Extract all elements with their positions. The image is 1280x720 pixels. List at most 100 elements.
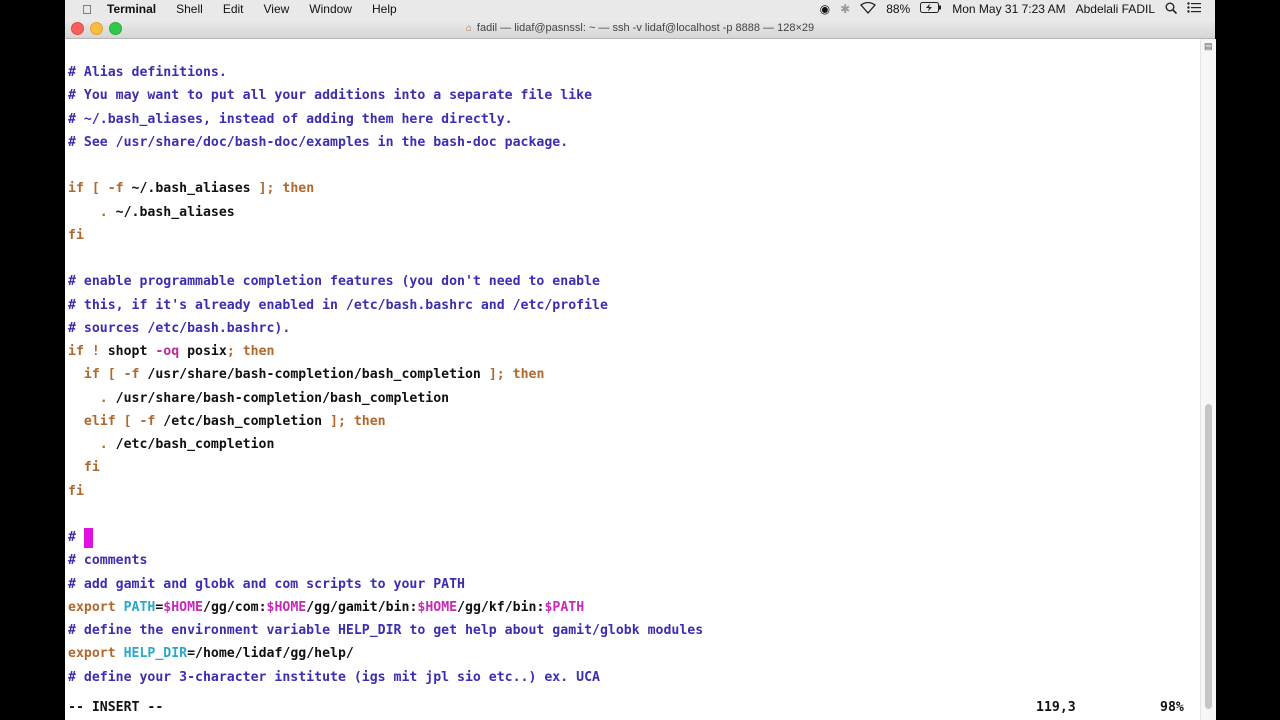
editor-line: # Alias definitions.	[68, 63, 227, 83]
battery-percent[interactable]: 88%	[886, 2, 910, 16]
code-token: ]; then	[258, 181, 315, 197]
code-token: HELP_DIR	[123, 646, 188, 662]
menu-shell[interactable]: Shell	[176, 2, 203, 16]
code-token: # You may want to put all your additions…	[68, 88, 593, 104]
editor-line: . /etc/bash_completion	[68, 435, 275, 455]
menu-window[interactable]: Window	[309, 2, 352, 16]
editor-line: if [ -f ~/.bash_aliases ]; then	[68, 179, 314, 199]
editor-line: fi	[68, 226, 84, 246]
editor-line: # this, if it's already enabled in /etc/…	[68, 296, 608, 316]
code-token: if !	[68, 344, 108, 359]
home-folder-icon: ⌂	[465, 22, 472, 34]
code-token: posix	[187, 344, 227, 359]
code-token: .	[68, 204, 116, 220]
code-token: ~/.bash_aliases	[115, 204, 235, 220]
editor-line: # define your 3-character institute (igs…	[68, 668, 600, 688]
code-token: .	[68, 437, 116, 452]
scroll-thumb[interactable]	[1205, 404, 1212, 709]
code-token: if [ -f	[68, 367, 148, 383]
code-token: /gg/gamit/bin:	[306, 599, 418, 615]
code-token: # ~/.bash_aliases, instead of adding the…	[68, 111, 513, 127]
code-token: # add gamit and globk and com scripts to…	[68, 576, 465, 592]
editor-line: if [ -f /usr/share/bash-completion/bash_…	[68, 365, 545, 385]
code-token: /etc/bash_completion	[115, 437, 275, 452]
code-token: /gg/kf/bin:	[457, 599, 545, 615]
code-token: # sources /etc/bash.bashrc).	[68, 320, 291, 336]
screen-record-icon[interactable]: ◉	[820, 2, 830, 16]
editor-line: export PATH=$HOME/gg/com:$HOME/gg/gamit/…	[68, 598, 584, 618]
menubar-user[interactable]: Abdelali FADIL	[1076, 2, 1155, 16]
editor-line: . ~/.bash_aliases	[68, 203, 235, 223]
editor-line: # comments	[68, 551, 147, 571]
code-token: $PATH	[544, 599, 585, 615]
wifi-icon[interactable]	[860, 1, 877, 17]
menu-app-terminal[interactable]: Terminal	[107, 2, 156, 16]
minimize-button[interactable]	[90, 22, 103, 35]
close-button[interactable]	[71, 22, 84, 35]
editor-line: # add gamit and globk and com scripts to…	[68, 575, 465, 595]
window-title: fadil — lidaf@pasnssl: ~ — ssh -v lidaf@…	[476, 22, 815, 34]
editor-line: export HELP_DIR=/home/lidaf/gg/help/	[68, 644, 354, 664]
editor-line: # define the environment variable HELP_D…	[68, 621, 703, 641]
terminal-content[interactable]: # Alias definitions. # You may want to pu…	[65, 39, 1200, 720]
code-token: # Alias definitions.	[68, 65, 227, 80]
editor-line: . /usr/share/bash-completion/bash_comple…	[68, 389, 449, 409]
code-token: fi	[68, 483, 84, 499]
menu-help[interactable]: Help	[372, 2, 397, 16]
text-cursor	[83, 528, 93, 548]
editor-line: # See /usr/share/doc/bash-doc/examples i…	[68, 133, 568, 153]
scrollbar[interactable]: ▤	[1200, 39, 1216, 720]
code-token: ]; then	[488, 367, 545, 383]
bluetooth-icon[interactable]: ✱	[840, 2, 850, 16]
code-token: ]; then	[330, 413, 386, 429]
editor-line: elif [ -f /etc/bash_completion ]; then	[68, 412, 386, 432]
code-token: PATH	[123, 599, 156, 615]
code-token: -oq	[155, 344, 188, 359]
window-controls	[71, 22, 122, 35]
code-token: /usr/share/bash-completion/bash_completi…	[115, 390, 450, 406]
code-token: # define the environment variable HELP_D…	[68, 623, 704, 638]
spotlight-search-icon[interactable]	[1165, 2, 1178, 17]
menu-edit[interactable]: Edit	[223, 2, 244, 16]
notification-center-icon[interactable]	[1187, 2, 1201, 16]
code-token: .	[68, 390, 116, 406]
scroll-menu-icon[interactable]: ▤	[1204, 41, 1213, 52]
code-token: # See /usr/share/doc/bash-doc/examples i…	[68, 134, 569, 150]
code-token: $HOME	[163, 599, 203, 615]
code-token: # enable programmable completion feature…	[68, 274, 600, 290]
code-token: $HOME	[417, 599, 458, 615]
terminal-window: ⌂ fadil — lidaf@pasnssl: ~ — ssh -v lida…	[65, 18, 1216, 720]
code-token: # define your 3-character institute (igs…	[68, 669, 600, 685]
code-token: fi	[68, 227, 84, 243]
code-token: shopt	[107, 344, 156, 359]
cursor-position: 119,3	[1036, 700, 1076, 715]
editor-line: # ~/.bash_aliases, instead of adding the…	[68, 110, 513, 130]
code-token: =/home/lidaf/gg/help/	[187, 646, 354, 662]
code-token: /usr/share/bash-completion/bash_completi…	[147, 367, 489, 383]
battery-icon[interactable]	[920, 2, 942, 16]
editor-line: #	[68, 528, 93, 548]
scroll-percent: 98%	[1160, 700, 1184, 715]
menubar-clock[interactable]: Mon May 31 7:23 AM	[952, 2, 1065, 16]
editor-line: if ! shopt -oq posix; then	[68, 342, 274, 362]
code-token: export	[68, 646, 124, 662]
editor-line: # You may want to put all your additions…	[68, 86, 592, 106]
editor-line: fi	[68, 482, 84, 502]
editor-line: fi	[68, 458, 100, 478]
vim-status-line: -- INSERT -- 119,3 98%	[68, 698, 1188, 718]
menu-bar:  Terminal Shell Edit View Window Help ◉…	[65, 0, 1215, 18]
code-token: /gg/com:	[203, 599, 267, 615]
vim-mode: -- INSERT --	[68, 700, 164, 715]
window-titlebar[interactable]: ⌂ fadil — lidaf@pasnssl: ~ — ssh -v lida…	[65, 18, 1215, 39]
code-token: # this, if it's already enabled in /etc/…	[68, 297, 608, 313]
code-token: /etc/bash_completion	[163, 413, 331, 429]
zoom-button[interactable]	[109, 22, 122, 35]
code-token: $HOME	[266, 599, 307, 615]
code-token: fi	[68, 460, 100, 476]
code-token: elif [ -f	[68, 413, 164, 429]
code-token: ; then	[226, 344, 275, 359]
apple-menu-icon[interactable]: 	[79, 2, 95, 17]
editor-line: # enable programmable completion feature…	[68, 272, 600, 292]
code-token: if [ -f	[68, 181, 132, 197]
menu-view[interactable]: View	[264, 2, 290, 16]
